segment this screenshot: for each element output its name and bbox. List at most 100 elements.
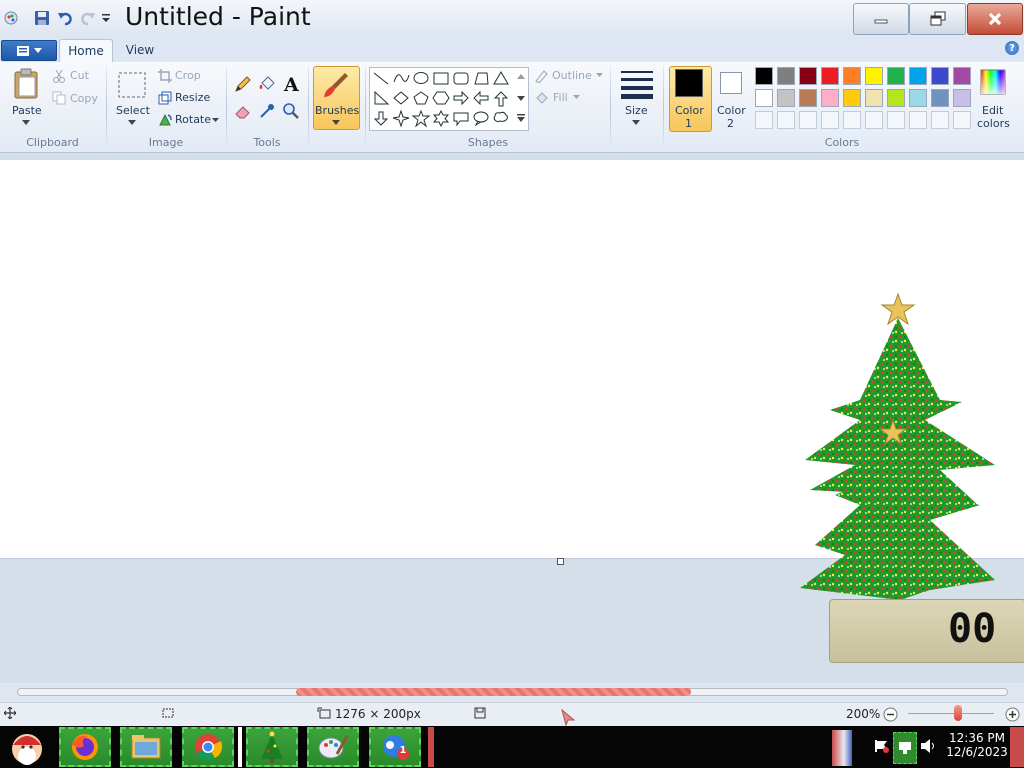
palette-color-swatch[interactable]: [909, 89, 927, 107]
zoom-slider-track[interactable]: [908, 713, 994, 714]
palette-color-swatch[interactable]: [843, 67, 861, 85]
pencil-icon[interactable]: [233, 74, 253, 94]
palette-color-swatch[interactable]: [953, 67, 971, 85]
shape-rounded-rectangle[interactable]: [453, 72, 469, 85]
paste-button[interactable]: Paste: [12, 104, 42, 117]
shape-triangle[interactable]: [493, 71, 509, 85]
shape-five-point-star[interactable]: [411, 109, 431, 128]
taskbar-firefox[interactable]: [59, 727, 111, 767]
edit-colors-line1[interactable]: Edit: [982, 104, 1003, 117]
shape-four-point-star[interactable]: [392, 109, 410, 128]
shape-left-arrow[interactable]: [473, 90, 489, 106]
help-icon[interactable]: ?: [1005, 41, 1019, 55]
zoom-out-icon[interactable]: [882, 706, 898, 722]
network-icon[interactable]: [893, 732, 917, 764]
edit-colors-line2[interactable]: colors: [977, 117, 1010, 130]
palette-color-swatch[interactable]: [755, 67, 773, 85]
paint-app-icon[interactable]: [2, 9, 20, 27]
palette-color-swatch[interactable]: [777, 67, 795, 85]
shape-polygon[interactable]: [474, 72, 489, 85]
palette-empty-swatch[interactable]: [953, 111, 971, 129]
shape-line[interactable]: [373, 72, 389, 85]
palette-color-swatch[interactable]: [931, 67, 949, 85]
show-desktop-button[interactable]: [1010, 727, 1024, 767]
copy-button[interactable]: Copy: [70, 92, 98, 105]
brushes-dropdown-icon[interactable]: [331, 118, 341, 126]
shape-right-triangle[interactable]: [374, 90, 390, 105]
tab-view[interactable]: View: [116, 39, 164, 62]
color2-swatch[interactable]: [720, 72, 742, 94]
zoom-slider-thumb[interactable]: [953, 705, 962, 721]
redo-icon[interactable]: [79, 9, 97, 27]
shape-up-arrow[interactable]: [493, 91, 509, 107]
select-button[interactable]: Select: [116, 104, 150, 117]
palette-color-swatch[interactable]: [777, 89, 795, 107]
shape-pentagon[interactable]: [413, 91, 429, 105]
shape-oval[interactable]: [413, 72, 429, 84]
volume-icon[interactable]: [920, 738, 938, 754]
shape-oval-callout[interactable]: [473, 111, 489, 127]
palette-color-swatch[interactable]: [799, 67, 817, 85]
palette-empty-swatch[interactable]: [799, 111, 817, 129]
restore-button[interactable]: [909, 3, 966, 35]
palette-empty-swatch[interactable]: [843, 111, 861, 129]
palette-color-swatch[interactable]: [953, 89, 971, 107]
shape-six-point-star[interactable]: [432, 109, 450, 128]
paste-dropdown-icon[interactable]: [20, 118, 32, 126]
shape-diamond[interactable]: [393, 91, 409, 105]
eraser-icon[interactable]: [233, 101, 253, 121]
palette-color-swatch[interactable]: [821, 89, 839, 107]
palette-empty-swatch[interactable]: [755, 111, 773, 129]
zoom-in-icon[interactable]: [1004, 706, 1020, 722]
palette-color-swatch[interactable]: [865, 67, 883, 85]
shape-fill-dropdown-icon[interactable]: [572, 94, 580, 100]
palette-color-swatch[interactable]: [799, 89, 817, 107]
palette-empty-swatch[interactable]: [865, 111, 883, 129]
desktop-clock-widget[interactable]: 00: [829, 599, 1024, 663]
shapes-more-icon[interactable]: [516, 113, 526, 123]
santa-start-icon[interactable]: [3, 727, 51, 767]
shapes-scroll-down-icon[interactable]: [516, 93, 526, 103]
save-icon[interactable]: [33, 9, 51, 27]
palette-empty-swatch[interactable]: [887, 111, 905, 129]
shape-hexagon[interactable]: [432, 91, 450, 105]
palette-empty-swatch[interactable]: [821, 111, 839, 129]
size-icon[interactable]: [619, 67, 655, 101]
tab-home[interactable]: Home: [59, 39, 113, 63]
text-icon[interactable]: A: [281, 73, 301, 95]
canvas-resize-handle[interactable]: [557, 558, 564, 565]
edit-colors-icon[interactable]: [979, 68, 1007, 96]
customize-dropdown-icon[interactable]: [97, 9, 115, 27]
magnifier-icon[interactable]: [281, 101, 301, 121]
paste-icon[interactable]: [12, 67, 42, 101]
size-dropdown-icon[interactable]: [631, 118, 641, 126]
taskbar-file-explorer[interactable]: [120, 727, 172, 767]
palette-color-swatch[interactable]: [887, 89, 905, 107]
shape-rounded-callout[interactable]: [453, 112, 469, 127]
outline-button[interactable]: Outline: [552, 69, 592, 82]
close-button[interactable]: [967, 3, 1023, 35]
action-center-icon[interactable]: [874, 738, 890, 754]
color-picker-icon[interactable]: [257, 101, 277, 121]
taskbar-christmas-tree[interactable]: [246, 727, 298, 767]
clock[interactable]: 12:36 PM 12/6/2023: [946, 727, 1008, 759]
palette-color-swatch[interactable]: [909, 67, 927, 85]
tray-flag[interactable]: [832, 730, 852, 766]
shape-fill-button[interactable]: Fill: [553, 91, 568, 104]
minimize-button[interactable]: [853, 3, 909, 35]
shape-rectangle[interactable]: [433, 72, 449, 85]
undo-icon[interactable]: [56, 9, 74, 27]
palette-empty-swatch[interactable]: [909, 111, 927, 129]
palette-color-swatch[interactable]: [887, 67, 905, 85]
palette-empty-swatch[interactable]: [931, 111, 949, 129]
palette-color-swatch[interactable]: [931, 89, 949, 107]
fill-icon[interactable]: [257, 74, 277, 94]
rotate-button[interactable]: Rotate: [175, 113, 211, 126]
horizontal-scrollbar-thumb[interactable]: [296, 688, 691, 696]
palette-empty-swatch[interactable]: [777, 111, 795, 129]
outline-dropdown-icon[interactable]: [595, 72, 603, 78]
taskbar-chrome[interactable]: [182, 727, 234, 767]
shapes-scroll-up-icon[interactable]: [516, 71, 526, 81]
resize-button[interactable]: Resize: [175, 91, 210, 104]
select-dropdown-icon[interactable]: [126, 118, 138, 126]
